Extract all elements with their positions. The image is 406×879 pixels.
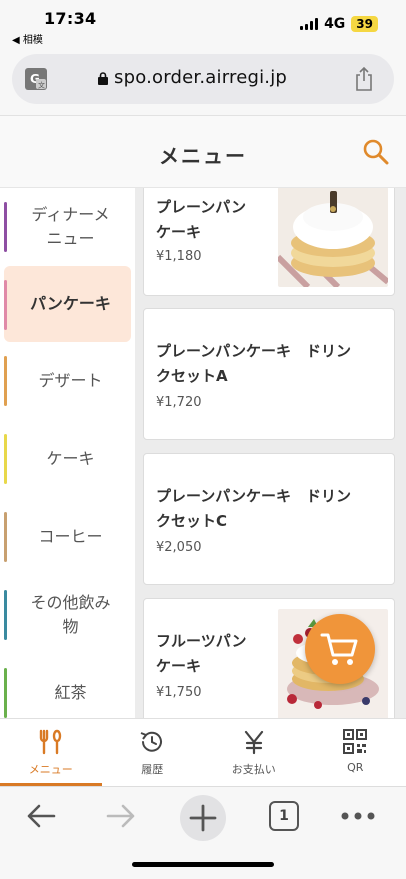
tab-label: メニュー [28,763,73,776]
tab-history[interactable]: 履歴 [102,719,204,786]
qr-code-icon [343,729,368,754]
item-name: プレーンパンケーキ ドリン クセットA [156,339,396,389]
tab-count: 1 [279,808,289,824]
category-pancake[interactable]: パンケーキ [4,266,131,342]
status-bar: 17:34 ◀ 相模 4G 39 [0,0,406,46]
category-color-bar [4,512,7,562]
status-back-app[interactable]: ◀ 相模 [12,31,43,46]
category-sidebar: ディナーメニュー パンケーキ デザート ケーキ コーヒー その他飲み物 紅茶 [0,188,135,718]
category-dinner-menu[interactable]: ディナーメニュー [0,188,135,266]
item-price: ¥1,750 [156,685,202,700]
item-price: ¥2,050 [156,540,202,555]
more-options-icon[interactable] [340,811,376,821]
tab-label: 履歴 [141,763,164,776]
item-name: フルーツパン ケーキ [156,629,246,679]
category-color-bar [4,202,7,252]
category-label: 紅茶 [54,683,87,702]
category-cake[interactable]: ケーキ [0,420,135,498]
item-name-line: ケーキ [156,222,202,241]
home-indicator [132,862,274,867]
item-name-line: プレーンパンケーキ ドリン [156,342,352,360]
item-price: ¥1,180 [156,249,202,264]
category-label: コーヒー [38,527,103,546]
network-type: 4G [324,16,346,32]
tab-menu[interactable]: メニュー [0,719,102,786]
app-header: メニュー [0,116,406,188]
category-tea[interactable]: 紅茶 [0,654,135,718]
yen-icon [244,730,263,755]
menu-item-card[interactable]: プレーンパン ケーキ ¥1,180 [143,188,395,296]
item-name-line: プレーンパン [156,198,247,216]
tab-payment[interactable]: お支払い [203,719,305,786]
category-color-bar [4,356,7,406]
fork-knife-icon [39,729,61,755]
battery-indicator: 39 [351,16,378,32]
search-icon[interactable] [362,138,390,166]
browser-address-area: G 文 spo.order.airregi.jp [0,46,406,116]
svg-text:文: 文 [38,81,45,90]
lock-icon [98,72,108,85]
tab-qr[interactable]: QR [305,719,406,786]
signal-icon [300,18,319,30]
cart-button[interactable] [305,614,375,684]
item-name-line: フルーツパン [156,632,247,650]
cart-icon [320,633,358,665]
item-name-line: クセットA [156,366,228,385]
category-other-drinks[interactable]: その他飲み物 [0,576,135,654]
bottom-tab-bar: メニュー 履歴 お支払い QR [0,718,406,786]
category-label: パンケーキ [30,294,111,313]
status-indicators: 4G 39 [300,16,378,32]
back-arrow-icon[interactable] [24,799,58,833]
share-icon[interactable] [354,66,374,92]
category-dessert[interactable]: デザート [0,342,135,420]
category-coffee[interactable]: コーヒー [0,498,135,576]
item-name: プレーンパンケーキ ドリン クセットC [156,484,396,534]
tab-label: QR [347,761,364,774]
category-color-bar [4,590,7,640]
url-text: spo.order.airregi.jp [114,67,288,88]
item-name-line: クセットC [156,511,228,530]
forward-arrow-icon[interactable] [104,799,138,833]
tab-label: お支払い [231,763,276,776]
status-time: 17:34 [44,9,97,28]
category-label: ケーキ [46,449,95,468]
menu-item-card[interactable]: プレーンパンケーキ ドリン クセットA ¥1,720 [143,308,395,440]
category-label: デザート [38,371,103,390]
new-tab-icon[interactable] [179,794,227,842]
tab-switcher-button[interactable]: 1 [269,801,299,831]
history-icon [140,731,163,752]
category-label: ディナーメニュー [31,205,110,248]
pancake-photo [278,188,388,287]
category-color-bar [4,668,7,718]
page-title: メニュー [159,144,247,168]
item-price: ¥1,720 [156,395,202,410]
category-color-bar [4,280,7,330]
category-color-bar [4,434,7,484]
category-label: その他飲み物 [30,593,111,636]
item-name-line: ケーキ [156,656,202,675]
address-bar[interactable]: G 文 spo.order.airregi.jp [12,54,394,104]
item-name-line: プレーンパンケーキ ドリン [156,487,352,505]
translate-icon[interactable]: G 文 [24,67,48,91]
menu-item-card[interactable]: プレーンパンケーキ ドリン クセットC ¥2,050 [143,453,395,585]
item-name: プレーンパン ケーキ [156,195,246,245]
